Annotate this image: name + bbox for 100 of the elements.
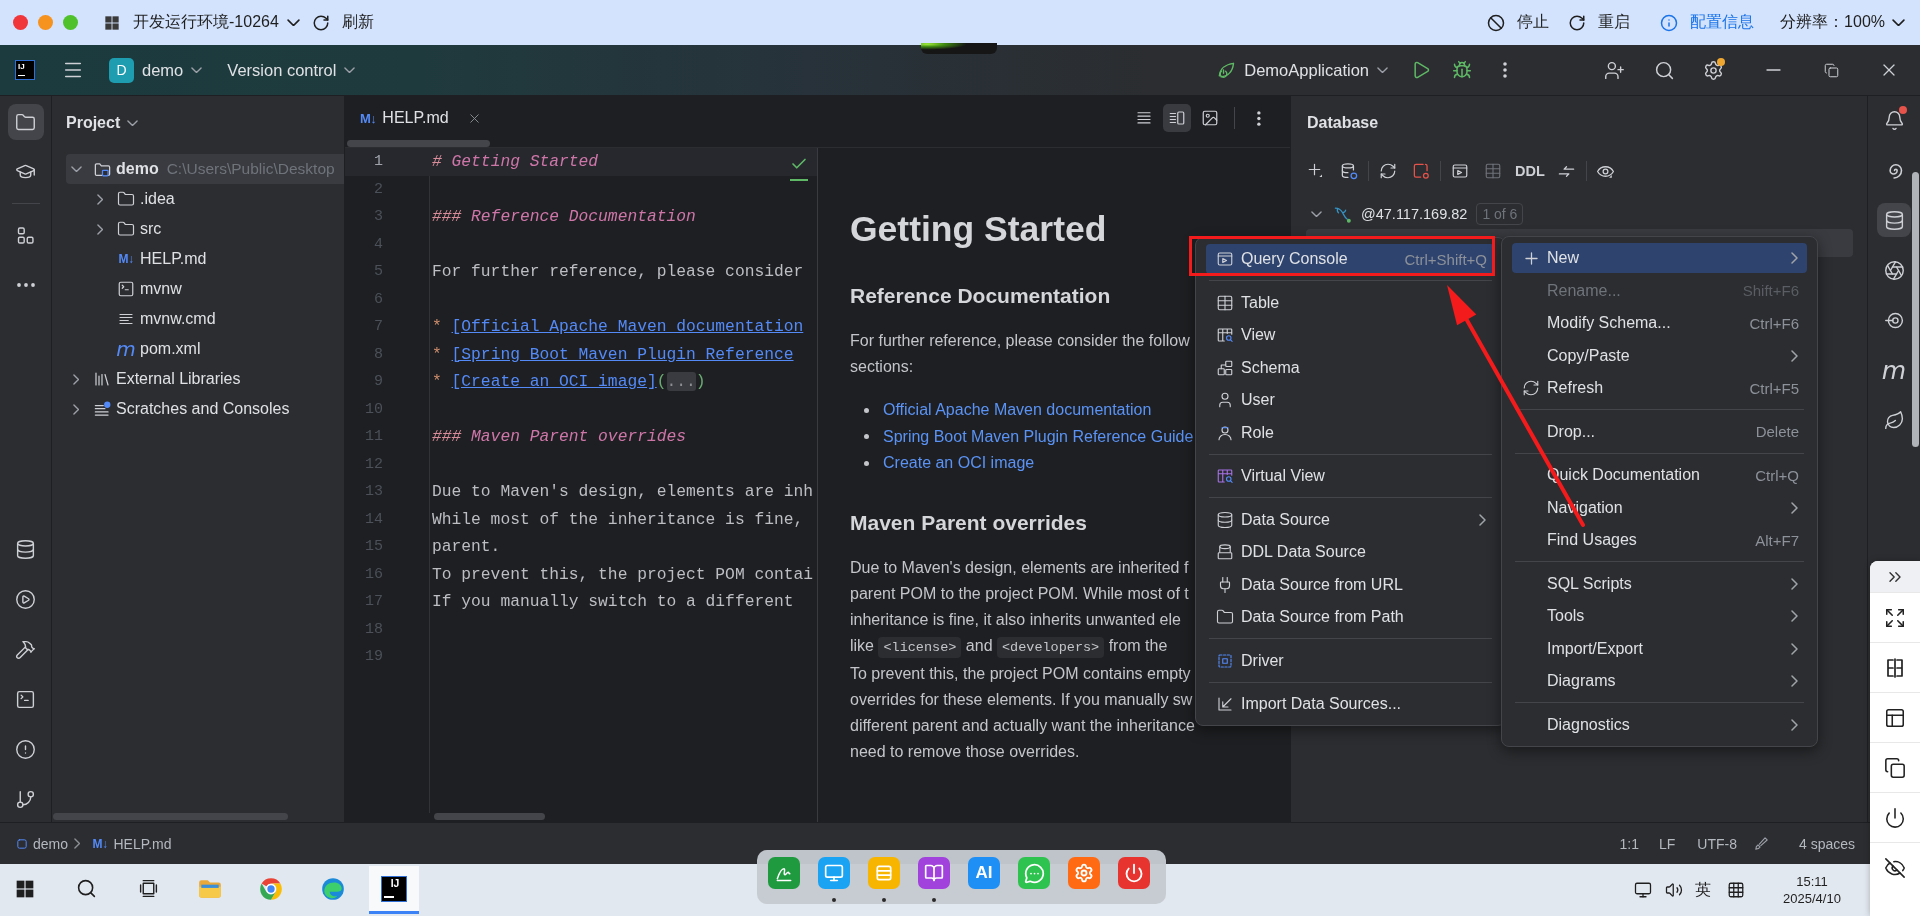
menu-item[interactable]: Data Source from URL [1206, 569, 1495, 600]
panel-title[interactable]: Project [66, 114, 139, 132]
menu-item[interactable]: Data Source from Path [1206, 602, 1495, 632]
stop-button[interactable]: 停止 [1487, 7, 1550, 38]
tree-item[interactable]: m pom.xml [66, 334, 344, 364]
menu-item[interactable]: Diagnostics [1512, 709, 1807, 740]
menu-item[interactable]: Schema [1206, 352, 1495, 383]
tree-item[interactable]: .idea [66, 184, 344, 214]
user-badge-icon [1216, 423, 1234, 442]
menu-item[interactable]: Copy/Paste [1512, 340, 1807, 371]
monitor-icon [824, 863, 844, 883]
pencil-icon[interactable] [1752, 835, 1770, 852]
database-doc-icon [1216, 543, 1234, 561]
app-logo: IJ [15, 60, 35, 80]
menu-item[interactable]: Tools [1512, 601, 1807, 631]
menu-item[interactable]: Driver [1206, 645, 1495, 676]
preview-link[interactable]: Create an OCI image [883, 454, 1035, 473]
taskbar-app-button[interactable]: IJ [369, 866, 419, 914]
folder-icon [117, 220, 135, 238]
tree-item[interactable]: mvnw.cmd [66, 304, 344, 334]
resolution-dropdown[interactable]: 分辨率：100% [1780, 7, 1905, 38]
menu-item[interactable]: Diagrams [1512, 666, 1807, 696]
menu-item[interactable]: Refresh Ctrl+F5 [1512, 373, 1807, 403]
menu-item[interactable]: Import Data Sources... [1206, 689, 1495, 719]
menu-item[interactable]: Virtual View [1206, 461, 1495, 491]
shapes-icon [15, 225, 36, 246]
pull-tab[interactable] [921, 43, 997, 54]
scrollbar-thumb[interactable] [434, 813, 545, 820]
dock-app-button[interactable] [1118, 857, 1150, 889]
tool-window-button[interactable]: m [1877, 353, 1911, 387]
scrollbar-thumb[interactable] [53, 813, 288, 820]
window-control-dot[interactable] [38, 15, 53, 30]
ddl-button[interactable]: DDL [1512, 157, 1548, 185]
tool-window-button[interactable] [7, 104, 44, 140]
input-language[interactable]: 英 [1695, 879, 1711, 901]
menu-item[interactable]: Drop... Delete [1512, 416, 1807, 447]
restart-button[interactable]: 重启 [1568, 7, 1631, 38]
tree-item[interactable]: demo C:\Users\Public\Desktop [66, 154, 344, 184]
view-mode-button[interactable] [1163, 104, 1191, 132]
menu-item[interactable]: DDL Data Source [1206, 537, 1495, 567]
book-icon [924, 863, 944, 883]
menu-item[interactable]: Find Usages Alt+F7 [1512, 525, 1807, 555]
menu-item[interactable]: Table [1206, 287, 1495, 318]
refresh-button[interactable]: 刷新 [311, 7, 374, 38]
network-icon [1634, 881, 1652, 899]
menu-item[interactable]: SQL Scripts [1512, 568, 1807, 599]
project-badge: D [109, 57, 134, 83]
tool-window-button[interactable] [1877, 203, 1911, 237]
shortcut-text: Ctrl+F6 [1749, 314, 1799, 332]
menu-item[interactable]: Query Console Ctrl+Shift+Q [1206, 244, 1495, 274]
menu-item[interactable]: Data Source [1206, 504, 1495, 535]
config-info-button[interactable]: 配置信息 [1660, 7, 1755, 38]
markdown-mark: M↓ [360, 111, 377, 125]
text-lines-icon [1135, 109, 1153, 127]
scrollbar-thumb[interactable] [347, 140, 490, 147]
menu-item[interactable]: Modify Schema... Ctrl+F6 [1512, 308, 1807, 338]
scrollbar-thumb[interactable] [1912, 172, 1919, 447]
tree-item[interactable]: External Libraries [66, 364, 344, 394]
preview-link[interactable]: Official Apache Maven documentation [883, 401, 1152, 420]
tree-item[interactable]: M↓ HELP.md [66, 244, 344, 274]
dock-app-button[interactable] [818, 857, 850, 889]
breadcrumb[interactable]: demo [17, 835, 69, 852]
window-control-dot[interactable] [13, 15, 28, 30]
menu-item[interactable]: New [1512, 243, 1807, 273]
chevron-down-icon [127, 119, 139, 127]
table-icon [1216, 293, 1234, 312]
caret-position[interactable]: 1:1 [1619, 835, 1639, 852]
menu-item[interactable]: User [1206, 385, 1495, 415]
code-text: To prevent this, the project POM contai [432, 564, 814, 584]
file-encoding[interactable]: UTF-8 [1697, 835, 1737, 852]
heading-text: Getting Started [451, 152, 599, 172]
vcs-dropdown[interactable]: Version control [227, 53, 356, 87]
menu-item[interactable]: View [1206, 320, 1495, 350]
list-marker: * [432, 344, 442, 364]
dock-app-button[interactable] [1068, 857, 1100, 889]
preview-link[interactable]: Spring Boot Maven Plugin Reference Guide [883, 427, 1194, 446]
search-icon [76, 878, 97, 899]
menu-item[interactable]: Import/Export [1512, 633, 1807, 664]
play-circle-icon [15, 588, 36, 610]
run-config-dropdown[interactable]: DemoApplication [1216, 53, 1388, 87]
menu-item[interactable]: Role [1206, 417, 1495, 448]
dock-app-button[interactable] [918, 857, 950, 889]
panel-title: Database [1306, 114, 1379, 132]
line-separator[interactable]: LF [1658, 835, 1676, 852]
collapse-button[interactable] [1870, 561, 1920, 592]
indent-setting[interactable]: 4 spaces [1798, 835, 1855, 852]
environment-dropdown[interactable]: 开发运行环境-10264 [133, 7, 300, 38]
breadcrumb[interactable]: M↓ HELP.md [92, 835, 172, 852]
code-text: For further reference, please consider [432, 262, 804, 282]
tree-item[interactable]: Scratches and Consoles [66, 394, 344, 424]
tree-item[interactable]: @47.117.169.82 1 of 6 [1306, 200, 1853, 228]
dock-app-button[interactable] [768, 857, 800, 889]
editor-tab[interactable]: M↓ HELP.md [345, 96, 494, 140]
project-switcher[interactable]: D demo [109, 53, 203, 87]
window-control-dot[interactable] [63, 15, 78, 30]
tree-item[interactable]: src [66, 214, 344, 244]
code-punctuation: ) [695, 372, 706, 392]
heading-marker: # [432, 152, 442, 172]
tree-item[interactable]: mvnw [66, 274, 344, 304]
image-icon [1201, 109, 1219, 127]
